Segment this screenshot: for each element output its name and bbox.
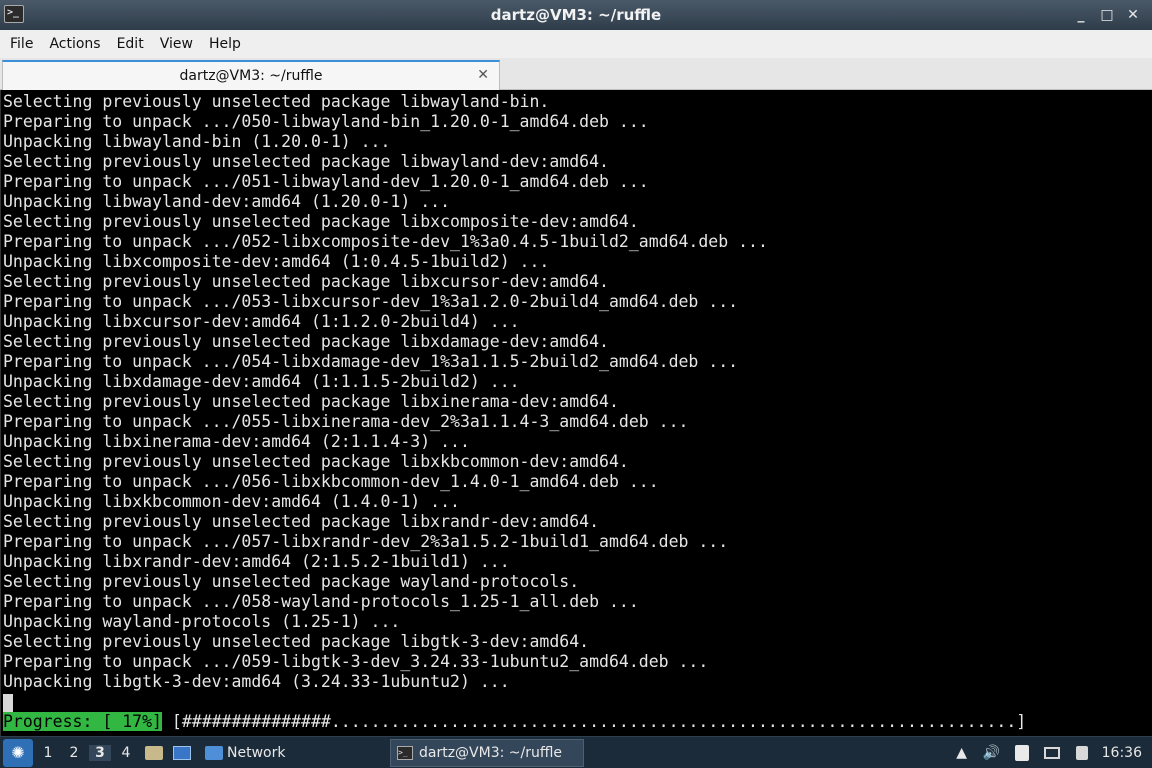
terminal-line: Unpacking libxcomposite-dev:amd64 (1:0.4… bbox=[3, 252, 550, 271]
clipboard-icon[interactable] bbox=[1012, 744, 1032, 762]
network-status-icon[interactable] bbox=[1042, 744, 1062, 762]
show-desktop-icon[interactable] bbox=[171, 743, 193, 763]
workspace-4[interactable]: 4 bbox=[115, 745, 137, 761]
progress-bar: [###############........................… bbox=[161, 712, 1027, 731]
cursor-line bbox=[3, 692, 1152, 712]
terminal-line: Selecting previously unselected package … bbox=[3, 512, 600, 531]
terminal-line: Preparing to unpack .../053-libxcursor-d… bbox=[3, 292, 739, 311]
terminal-line: Selecting previously unselected package … bbox=[3, 272, 609, 291]
terminal-line: Unpacking libxdamage-dev:amd64 (1:1.1.5-… bbox=[3, 372, 520, 391]
volume-icon[interactable]: 🔊 bbox=[982, 744, 1002, 762]
terminal-task-button[interactable]: >_ dartz@VM3: ~/ruffle bbox=[390, 739, 584, 767]
network-task-label: Network bbox=[227, 744, 286, 761]
terminal-line: Preparing to unpack .../051-libwayland-d… bbox=[3, 172, 649, 191]
terminal-line: Selecting previously unselected package … bbox=[3, 92, 550, 111]
terminal-line: Selecting previously unselected package … bbox=[3, 572, 580, 591]
terminal-line: Preparing to unpack .../059-libgtk-3-dev… bbox=[3, 652, 709, 671]
terminal-task-label: dartz@VM3: ~/ruffle bbox=[419, 745, 563, 761]
terminal-line: Selecting previously unselected package … bbox=[3, 632, 590, 651]
terminal-line: Selecting previously unselected package … bbox=[3, 392, 619, 411]
terminal-line: Preparing to unpack .../058-wayland-prot… bbox=[3, 592, 639, 611]
terminal-line: Preparing to unpack .../052-libxcomposit… bbox=[3, 232, 768, 251]
text-cursor bbox=[3, 693, 13, 712]
terminal-line: Selecting previously unselected package … bbox=[3, 332, 609, 351]
terminal-lines: Selecting previously unselected package … bbox=[3, 92, 1152, 692]
workspace-1[interactable]: 1 bbox=[37, 745, 59, 761]
window-titlebar[interactable]: >_ dartz@VM3: ~/ruffle _ □ ✕ bbox=[0, 0, 1152, 30]
terminal-app-icon: >_ bbox=[4, 5, 24, 23]
terminal-line: Preparing to unpack .../050-libwayland-b… bbox=[3, 112, 649, 131]
terminal-line: Unpacking libxcursor-dev:amd64 (1:1.2.0-… bbox=[3, 312, 520, 331]
system-tray: ▲ 🔊 16:36 bbox=[952, 737, 1152, 768]
network-folder-task[interactable]: Network bbox=[199, 739, 291, 767]
menu-bar: File Actions Edit View Help bbox=[0, 30, 1152, 58]
maximize-icon[interactable]: □ bbox=[1096, 4, 1118, 26]
terminal-line: Preparing to unpack .../054-libxdamage-d… bbox=[3, 352, 739, 371]
close-icon[interactable]: ✕ bbox=[1122, 4, 1144, 26]
window-title: dartz@VM3: ~/ruffle bbox=[490, 6, 662, 24]
terminal-line: Unpacking libwayland-dev:amd64 (1.20.0-1… bbox=[3, 192, 451, 211]
terminal-tab[interactable]: dartz@VM3: ~/ruffle ✕ bbox=[2, 60, 500, 90]
terminal-line: Unpacking libxkbcommon-dev:amd64 (1.4.0-… bbox=[3, 492, 460, 511]
start-menu-button[interactable]: ✺ bbox=[3, 738, 33, 767]
progress-line: Progress: [ 17%] [###############.......… bbox=[3, 712, 1026, 732]
notification-icon[interactable] bbox=[1072, 744, 1092, 762]
progress-label: Progress: [ 17%] bbox=[3, 712, 162, 731]
terminal-line: Unpacking libxrandr-dev:amd64 (2:1.5.2-1… bbox=[3, 552, 510, 571]
tab-label: dartz@VM3: ~/ruffle bbox=[179, 68, 323, 84]
terminal-line: Unpacking libwayland-bin (1.20.0-1) ... bbox=[3, 132, 391, 151]
clock[interactable]: 16:36 bbox=[1102, 745, 1142, 761]
menu-help[interactable]: Help bbox=[203, 36, 247, 52]
terminal-line: Unpacking libgtk-3-dev:amd64 (3.24.33-1u… bbox=[3, 672, 510, 691]
taskbar: ✺ 1 2 3 4 Network >_ dartz@VM3: ~/ruffle… bbox=[0, 736, 1152, 768]
menu-file[interactable]: File bbox=[4, 36, 39, 52]
terminal-line: Selecting previously unselected package … bbox=[3, 452, 629, 471]
menu-edit[interactable]: Edit bbox=[111, 36, 150, 52]
terminal-output[interactable]: Selecting previously unselected package … bbox=[0, 90, 1152, 736]
workspace-2[interactable]: 2 bbox=[63, 745, 85, 761]
file-manager-icon[interactable] bbox=[143, 743, 165, 763]
tab-close-icon[interactable]: ✕ bbox=[477, 67, 489, 83]
folder-icon bbox=[205, 745, 223, 760]
terminal-task-icon: >_ bbox=[397, 746, 413, 760]
tray-expand-icon[interactable]: ▲ bbox=[952, 744, 972, 762]
terminal-line: Unpacking libxinerama-dev:amd64 (2:1.1.4… bbox=[3, 432, 470, 451]
minimize-icon[interactable]: _ bbox=[1070, 4, 1092, 26]
terminal-line: Preparing to unpack .../055-libxinerama-… bbox=[3, 412, 689, 431]
terminal-line: Preparing to unpack .../056-libxkbcommon… bbox=[3, 472, 659, 491]
terminal-line: Unpacking wayland-protocols (1.25-1) ... bbox=[3, 612, 401, 631]
terminal-line: Selecting previously unselected package … bbox=[3, 212, 639, 231]
window-controls: _ □ ✕ bbox=[1070, 4, 1144, 26]
terminal-line: Preparing to unpack .../057-libxrandr-de… bbox=[3, 532, 729, 551]
terminal-line: Selecting previously unselected package … bbox=[3, 152, 609, 171]
menu-actions[interactable]: Actions bbox=[43, 36, 106, 52]
workspace-3[interactable]: 3 bbox=[89, 744, 111, 761]
menu-view[interactable]: View bbox=[154, 36, 199, 52]
tab-bar: dartz@VM3: ~/ruffle ✕ bbox=[0, 58, 1152, 90]
